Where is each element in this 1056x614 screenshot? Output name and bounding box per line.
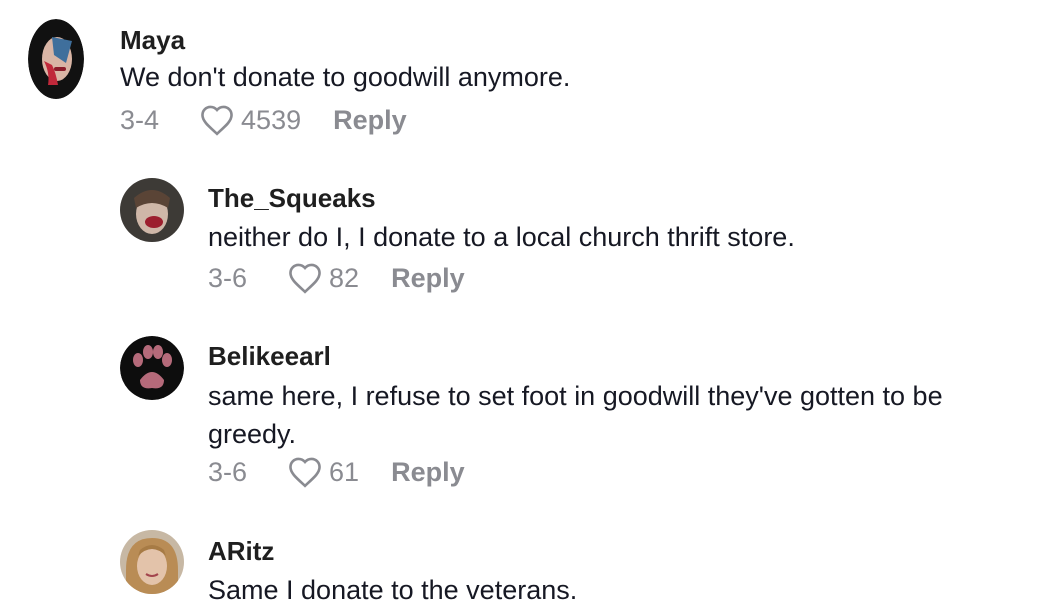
like-count: 82 (329, 262, 360, 293)
comment-text: Same I donate to the veterans. (208, 575, 578, 605)
avatar[interactable] (120, 178, 184, 242)
heart-outline-icon (201, 105, 233, 136)
avatar[interactable] (120, 530, 184, 594)
reply-button[interactable]: Reply (333, 105, 407, 136)
reply-button[interactable]: Reply (391, 457, 465, 488)
like-button[interactable]: 4539 (199, 104, 301, 136)
like-count: 4539 (241, 104, 302, 135)
comment-username[interactable]: The_Squeaks (208, 183, 376, 214)
avatar[interactable] (28, 19, 84, 99)
comment-meta: 3-6 61 Reply (208, 453, 465, 491)
comment-username[interactable]: Maya (120, 25, 185, 56)
like-button[interactable]: 61 (287, 456, 359, 488)
comment-meta: 3-6 82 Reply (208, 259, 465, 297)
like-count: 61 (329, 456, 360, 487)
comment-text: We don't donate to goodwill anymore. (120, 62, 571, 92)
comment-text: neither do I, I donate to a local church… (208, 222, 795, 252)
heart-outline-icon (289, 457, 321, 488)
comment-date: 3-6 (208, 456, 248, 487)
reply-button[interactable]: Reply (391, 263, 465, 294)
comment-text: same here, I refuse to set foot in goodw… (208, 381, 943, 449)
comment-username[interactable]: ARitz (208, 536, 274, 567)
like-button[interactable]: 82 (287, 262, 359, 294)
comment-username[interactable]: Belikeearl (208, 341, 331, 372)
comment-date: 3-4 (120, 104, 160, 135)
heart-outline-icon (289, 263, 321, 294)
comment-date: 3-6 (208, 262, 248, 293)
comment-meta: 3-4 4539 Reply (120, 101, 407, 139)
avatar[interactable] (120, 336, 184, 400)
